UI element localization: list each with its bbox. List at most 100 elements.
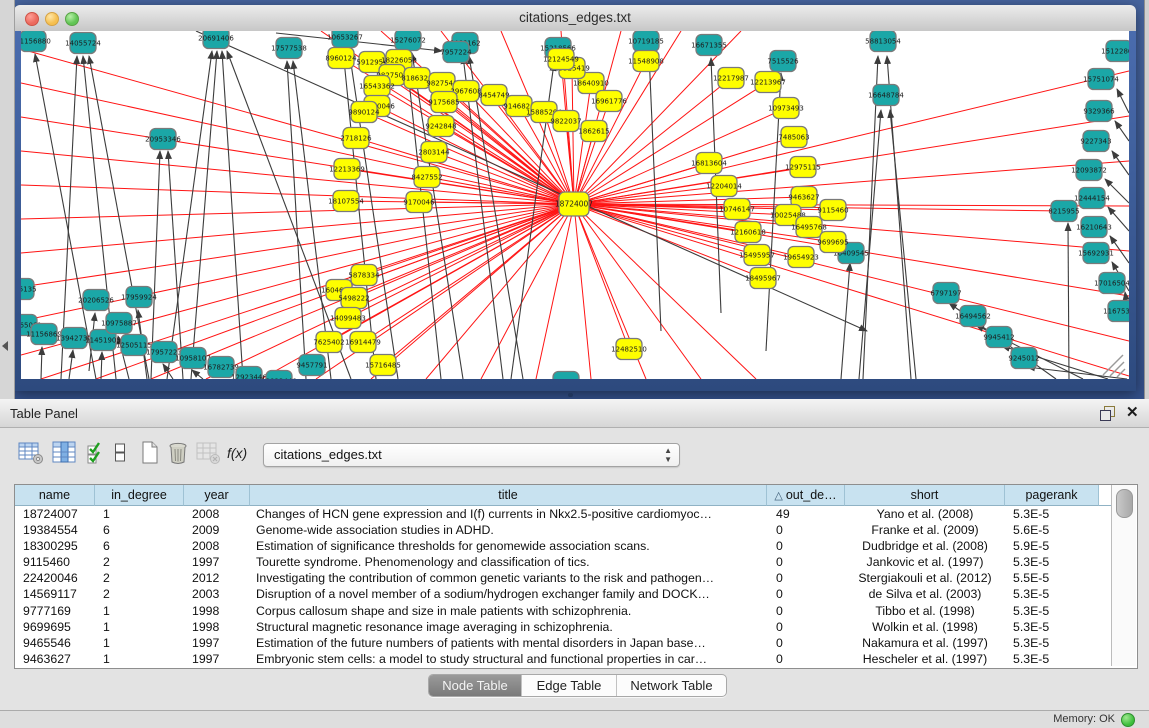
graph-node-selected[interactable]: 9115460 xyxy=(817,200,848,221)
tab-network-table[interactable]: Network Table xyxy=(617,675,726,696)
graph-node-selected[interactable]: 19654923 xyxy=(783,247,819,268)
graph-node[interactable]: 15692931 xyxy=(1078,243,1114,264)
graph-node-selected[interactable]: 2803144 xyxy=(418,142,450,163)
graph-node-selected[interactable]: 5878334 xyxy=(348,265,380,286)
graph-node[interactable]: 8215955 xyxy=(1048,201,1079,222)
show-columns-button[interactable] xyxy=(52,441,78,465)
graph-node[interactable]: 15751074 xyxy=(1083,69,1119,90)
column-header-short[interactable]: short xyxy=(845,485,1005,506)
graph-node-selected[interactable]: 12213967 xyxy=(750,72,786,93)
graph-node-selected[interactable]: 2718126 xyxy=(340,128,372,149)
graph-node-selected[interactable]: 5498222 xyxy=(338,288,369,309)
table-row[interactable]: 1830029562008Estimation of significance … xyxy=(15,538,1111,554)
graph-node-selected[interactable]: 12124549 xyxy=(543,49,579,70)
graph-node[interactable]: 12923448 xyxy=(261,371,297,380)
graph-hub-node[interactable]: 18724007 xyxy=(555,192,593,216)
graph-node[interactable]: 7515526 xyxy=(767,51,799,72)
graph-node-selected[interactable]: 16813604 xyxy=(691,153,727,174)
graph-node[interactable]: 12093872 xyxy=(1071,160,1107,181)
column-header-name[interactable]: name xyxy=(15,485,95,506)
network-view-window[interactable]: citations_edges.txt 11156880 14055724 2069… xyxy=(14,5,1136,391)
graph-node-selected[interactable]: 18495967 xyxy=(745,268,781,289)
graph-node[interactable]: 20206526 xyxy=(78,290,114,311)
graph-node-selected[interactable]: 9699695 xyxy=(817,232,848,253)
table-row[interactable]: 1456911722003Disruption of a novel membe… xyxy=(15,586,1111,602)
row-height-button[interactable] xyxy=(114,441,126,465)
graph-node[interactable]: 9845422 xyxy=(550,372,581,380)
graph-node[interactable]: 17577538 xyxy=(271,38,307,59)
graph-node[interactable]: 11675333 xyxy=(1103,301,1129,322)
graph-node[interactable]: 9945412 xyxy=(983,327,1014,348)
graph-node-selected[interactable]: 9242848 xyxy=(425,116,456,137)
graph-node[interactable]: 16671355 xyxy=(691,35,727,56)
graph-node-selected[interactable]: 14099483 xyxy=(330,308,366,329)
column-header-year[interactable]: year xyxy=(184,485,250,506)
graph-node[interactable]: 17016504 xyxy=(1094,273,1129,294)
table-mode-button[interactable] xyxy=(18,441,44,465)
graph-node-selected[interactable]: 12975115 xyxy=(785,157,821,178)
graph-node[interactable]: 20953346 xyxy=(145,129,181,150)
graph-node-selected[interactable]: 9890124 xyxy=(348,102,380,123)
graph-node[interactable]: 12444154 xyxy=(1074,188,1110,209)
graph-node-selected[interactable]: 12217987 xyxy=(713,68,749,89)
graph-node-selected[interactable]: 12213369 xyxy=(329,159,365,180)
graph-node[interactable]: 15122866 xyxy=(1101,41,1129,62)
graph-node[interactable]: 17959924 xyxy=(121,287,157,308)
graph-node[interactable]: 9329366 xyxy=(1083,101,1115,122)
graph-node[interactable]: 5505135 xyxy=(21,279,37,300)
graph-node[interactable]: 16648784 xyxy=(868,85,904,106)
graph-node-selected[interactable]: 12160618 xyxy=(730,222,766,243)
column-header-in_degree[interactable]: in_degree xyxy=(95,485,184,506)
graph-node-selected[interactable]: 7485063 xyxy=(778,127,809,148)
graph-node[interactable]: 14055724 xyxy=(65,33,101,54)
function-builder-button[interactable]: f(x) xyxy=(227,445,247,461)
column-selection-button[interactable] xyxy=(86,441,108,465)
graph-node[interactable]: 10653267 xyxy=(327,31,363,48)
float-panel-button[interactable] xyxy=(1100,406,1115,420)
vertical-scrollbar[interactable] xyxy=(1111,485,1136,666)
graph-node-selected[interactable]: 16543362 xyxy=(359,76,395,97)
graph-node-selected[interactable]: 9170046 xyxy=(403,192,435,213)
delete-table-button[interactable] xyxy=(196,441,220,465)
graph-node-selected[interactable]: 11548908 xyxy=(628,51,664,72)
graph-node-selected[interactable]: 7625402 xyxy=(313,332,344,353)
graph-node[interactable]: 9457791 xyxy=(296,355,327,376)
split-pane-divider-handle[interactable] xyxy=(568,393,573,397)
graph-node[interactable]: 16494562 xyxy=(955,306,991,327)
graph-node-selected[interactable]: 8960124 xyxy=(325,48,357,69)
scrollbar-thumb[interactable] xyxy=(1116,489,1133,518)
network-canvas[interactable]: 11156880 14055724 20691406 17577538 10653267… xyxy=(21,31,1129,379)
graph-node[interactable]: 16210643 xyxy=(1076,217,1112,238)
column-header-title[interactable]: title xyxy=(250,485,767,506)
graph-node-selected[interactable]: 8427552 xyxy=(411,167,442,188)
graph-node-selected[interactable]: 16914479 xyxy=(345,332,381,353)
graph-node[interactable]: 10719185 xyxy=(628,31,664,52)
tab-node-table[interactable]: Node Table xyxy=(429,675,522,696)
graph-node-selected[interactable]: 15495957 xyxy=(739,245,775,266)
graph-node-selected[interactable]: 10973493 xyxy=(768,98,804,119)
graph-node[interactable]: 15276072 xyxy=(390,31,426,51)
graph-node[interactable]: 9245012 xyxy=(1008,348,1039,369)
graph-node[interactable]: 9227343 xyxy=(1080,131,1111,152)
column-header-pagerank[interactable]: pagerank xyxy=(1005,485,1099,506)
graph-node[interactable]: 58813054 xyxy=(865,31,901,52)
panel-collapse-handle[interactable] xyxy=(2,341,8,351)
graph-node-selected[interactable]: 10746147 xyxy=(719,199,755,220)
close-panel-button[interactable]: ✕ xyxy=(1126,403,1139,421)
table-row[interactable]: 2242004622012Investigating the contribut… xyxy=(15,570,1111,586)
resize-grip[interactable] xyxy=(1103,355,1123,375)
window-titlebar[interactable]: citations_edges.txt xyxy=(14,5,1136,32)
table-row[interactable]: 1872400712008Changes of HCN gene express… xyxy=(15,506,1111,522)
graph-node[interactable]: 20691406 xyxy=(198,31,234,49)
graph-node[interactable]: 7957224 xyxy=(440,42,472,63)
column-header-out_de…[interactable]: △out_de… xyxy=(767,485,845,506)
table-select-combobox[interactable]: citations_edges.txt ▲▼ xyxy=(263,443,680,467)
graph-node[interactable]: 6797197 xyxy=(930,283,961,304)
graph-node-selected[interactable]: 18107554 xyxy=(328,191,364,212)
graph-node-selected[interactable]: 9175685 xyxy=(428,92,459,113)
citation-network-graph[interactable]: 11156880 14055724 20691406 17577538 10653267… xyxy=(21,31,1129,379)
graph-node-selected[interactable]: 12204014 xyxy=(706,176,742,197)
table-row[interactable]: 969969511998Structural magnetic resonanc… xyxy=(15,619,1111,635)
table-row[interactable]: 911546021997Tourette syndrome. Phenomeno… xyxy=(15,554,1111,570)
graph-node[interactable]: 11156880 xyxy=(21,31,51,52)
